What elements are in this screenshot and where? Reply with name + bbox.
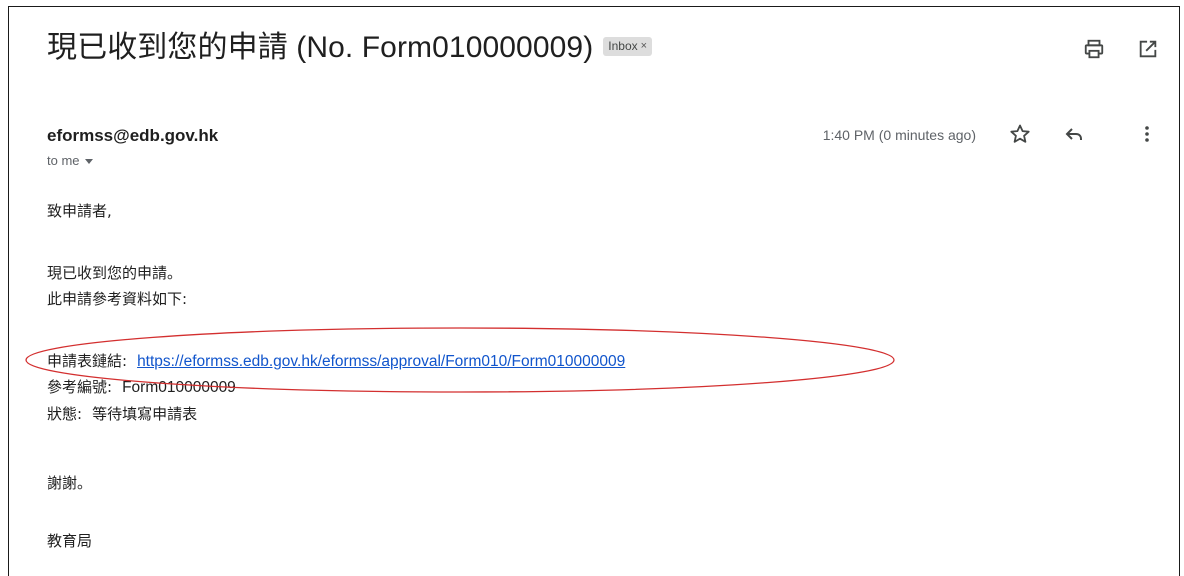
status-row: 狀態: 等待填寫申請表 bbox=[47, 403, 197, 424]
status-value: 等待填寫申請表 bbox=[92, 405, 198, 423]
reference-number-value: Form010000009 bbox=[122, 379, 236, 396]
reference-number-row: 參考編號: Form010000009 bbox=[47, 376, 236, 397]
more-vertical-icon[interactable] bbox=[1135, 122, 1159, 146]
open-in-new-window-icon[interactable] bbox=[1137, 38, 1159, 60]
form-link-label: 申請表鏈結: bbox=[47, 352, 128, 370]
email-timestamp: 1:40 PM (0 minutes ago) bbox=[822, 127, 976, 143]
signature: 教育局 bbox=[47, 532, 93, 550]
recipient-details-toggle[interactable]: to me bbox=[47, 153, 93, 168]
subject-row: 現已收到您的申請 (No. Form010000009) Inbox × bbox=[47, 22, 653, 66]
reference-number-label: 參考編號: bbox=[47, 378, 113, 396]
star-icon[interactable] bbox=[1008, 122, 1032, 146]
chevron-down-icon bbox=[84, 158, 93, 164]
sender-email: eformss@edb.gov.hk bbox=[47, 126, 219, 145]
status-label: 狀態: bbox=[47, 405, 83, 423]
remove-label-icon[interactable]: × bbox=[641, 40, 647, 52]
form-link-row: 申請表鏈結: https://eformss.edb.gov.hk/eformss… bbox=[47, 350, 625, 371]
body-line-reference-intro: 此申請參考資料如下: bbox=[47, 290, 188, 308]
thanks-line: 謝謝。 bbox=[47, 474, 93, 492]
inbox-label-chip[interactable]: Inbox × bbox=[603, 36, 653, 56]
label-chip-text: Inbox bbox=[608, 38, 638, 53]
greeting: 致申請者, bbox=[47, 202, 112, 220]
form-link[interactable]: https://eformss.edb.gov.hk/eformss/appro… bbox=[137, 353, 625, 370]
reply-icon[interactable] bbox=[1062, 122, 1086, 146]
email-subject: 現已收到您的申請 (No. Form010000009) bbox=[47, 31, 594, 64]
print-icon[interactable] bbox=[1083, 38, 1105, 60]
recipient-label: to me bbox=[47, 153, 80, 168]
body-line-received: 現已收到您的申請。 bbox=[47, 264, 183, 282]
